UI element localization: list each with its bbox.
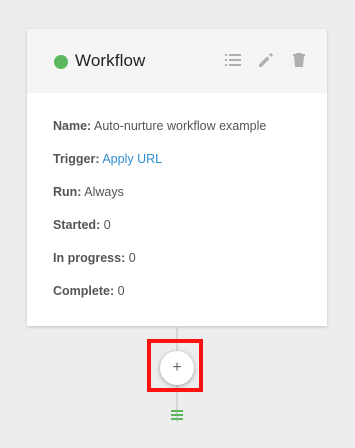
trash-icon[interactable] <box>290 51 308 69</box>
name-label: Name: <box>53 119 92 133</box>
status-dot-icon <box>54 54 68 69</box>
in-progress-value: 0 <box>128 251 136 265</box>
complete-value: 0 <box>117 284 125 298</box>
card-body: Name: Auto-nurture workflow example Trig… <box>27 93 327 316</box>
card-title: Workflow <box>75 51 146 70</box>
card-header: Workflow <box>27 29 327 93</box>
name-value: Auto-nurture workflow example <box>94 119 267 133</box>
run-row: Run: Always <box>53 184 327 217</box>
workflow-card: Workflow Name: Auto-nurture workflow exa… <box>27 29 327 326</box>
header-actions <box>224 51 308 69</box>
list-icon[interactable] <box>224 51 242 69</box>
started-value: 0 <box>103 218 111 232</box>
name-row: Name: Auto-nurture workflow example <box>53 118 327 151</box>
trigger-link[interactable]: Apply URL <box>102 152 162 166</box>
trigger-label: Trigger: <box>53 152 100 166</box>
run-label: Run: <box>53 185 82 199</box>
started-row: Started: 0 <box>53 217 327 250</box>
complete-label: Complete: <box>53 284 115 298</box>
run-value: Always <box>84 185 124 199</box>
trigger-row: Trigger: Apply URL <box>53 151 327 184</box>
complete-row: Complete: 0 <box>53 283 327 316</box>
add-step-button[interactable]: + <box>160 351 194 385</box>
in-progress-row: In progress: 0 <box>53 250 327 283</box>
drag-handle-icon[interactable] <box>170 408 184 420</box>
started-label: Started: <box>53 218 101 232</box>
pencil-icon[interactable] <box>257 51 275 69</box>
in-progress-label: In progress: <box>53 251 126 265</box>
